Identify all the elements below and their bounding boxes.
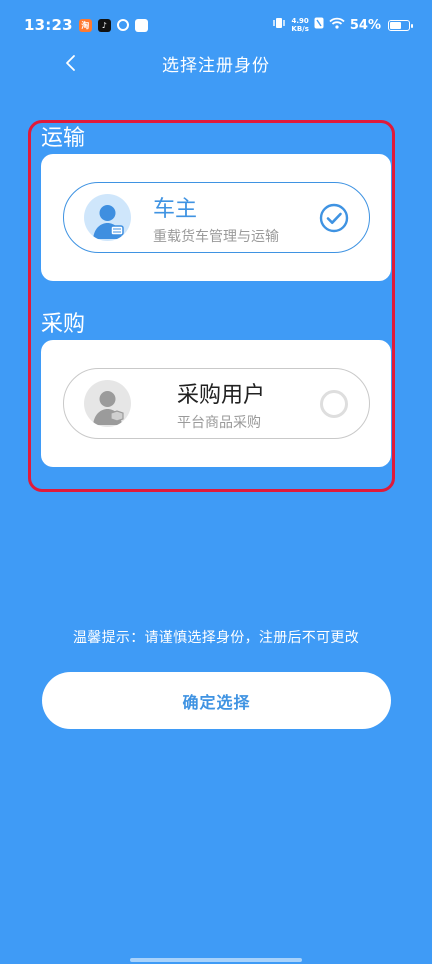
- radio-unchecked-icon: [320, 390, 348, 418]
- confirm-button[interactable]: 确定选择: [42, 672, 391, 729]
- loop-icon: [116, 19, 129, 31]
- warning-tip: 温馨提示：请谨慎选择身份，注册后不可更改: [73, 630, 359, 646]
- home-indicator[interactable]: [130, 958, 302, 962]
- option-purchase-label: 采购用户: [177, 383, 266, 408]
- box-icon: [134, 18, 148, 32]
- nfc-icon: [314, 17, 324, 33]
- owner-avatar-icon: [84, 194, 131, 241]
- option-purchase-subtitle: 平台商品采购: [177, 415, 261, 431]
- net-speed-unit: KB/s: [291, 25, 309, 33]
- battery-percent: 54%: [349, 17, 381, 33]
- nav-bar: 选择注册身份: [0, 42, 432, 82]
- option-owner-subtitle: 重载货车管理与运输: [153, 229, 279, 245]
- status-left: 13:23 淘 ♪: [24, 16, 148, 34]
- card-transport: 车主 重载货车管理与运输: [41, 154, 391, 281]
- app-red-icon: 淘: [78, 18, 92, 32]
- wifi-icon: [329, 17, 345, 33]
- option-owner[interactable]: 车主 重载货车管理与运输: [63, 182, 370, 253]
- purchase-avatar-icon: [84, 380, 131, 427]
- net-speed-value: 4.90: [291, 17, 309, 25]
- option-owner-label: 车主: [153, 197, 198, 222]
- vibrate-icon: [272, 17, 286, 33]
- section-title-purchase: 采购: [41, 312, 86, 337]
- battery-icon: [388, 19, 413, 31]
- section-title-transport: 运输: [41, 126, 86, 151]
- card-purchase: 采购用户 平台商品采购: [41, 340, 391, 467]
- status-time: 13:23: [24, 16, 73, 34]
- status-right: 4.90 KB/s 54%: [272, 17, 413, 33]
- page-title: 选择注册身份: [162, 56, 270, 76]
- option-purchase-user[interactable]: 采购用户 平台商品采购: [63, 368, 370, 439]
- check-circle-icon: [319, 203, 349, 233]
- tiktok-icon: ♪: [97, 18, 111, 32]
- net-speed: 4.90 KB/s: [291, 17, 308, 33]
